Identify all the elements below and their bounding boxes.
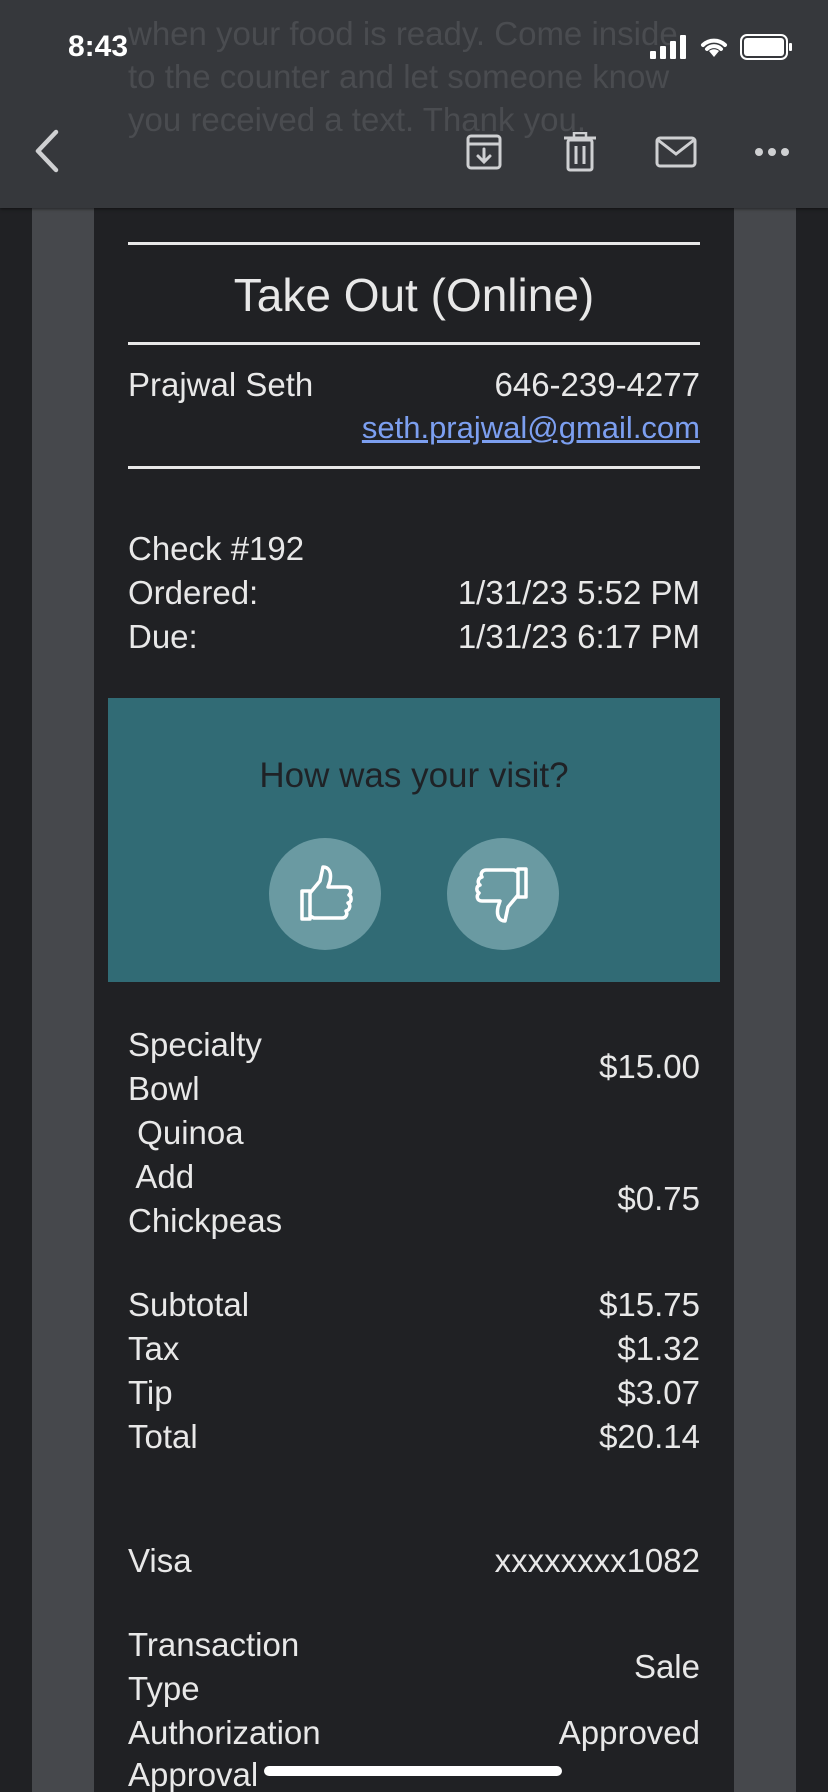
divider [128,342,700,345]
total-label: Total [128,1418,198,1455]
subtotal-value: $15.75 [599,1286,700,1323]
due-label: Due: [128,618,198,655]
mail-icon [655,136,697,168]
thumbs-down-button[interactable] [447,838,559,950]
divider [128,466,700,469]
customer-name: Prajwal Seth [128,366,314,403]
divider [128,242,700,245]
authorization-label-cont: Approval [128,1756,259,1792]
chevron-left-icon [35,129,59,173]
item-name-cont: Bowl [128,1070,200,1107]
modifier-price: $0.75 [617,1180,700,1217]
more-options-button[interactable] [750,130,794,174]
modifier-name: Quinoa [128,1114,244,1151]
modifier-name-cont: Chickpeas [128,1202,283,1239]
ordered-label: Ordered: [128,574,259,611]
delete-button[interactable] [558,130,602,174]
thumbs-up-icon [300,865,353,921]
status-time: 8:43 [68,30,129,63]
thumbs-up-button[interactable] [269,838,381,950]
transaction-type-label-cont: Type [128,1670,200,1707]
authorization-label: Authorization [128,1714,321,1751]
feedback-question: How was your visit? [259,756,569,795]
transaction-type-value: Sale [633,1648,700,1685]
check-number-text: Check #192 [128,530,305,567]
modifier-name: Add [128,1158,195,1195]
status-icons [650,34,794,60]
total-value: $20.14 [599,1418,700,1455]
mark-unread-button[interactable] [654,130,698,174]
archive-icon [466,134,502,170]
tax-label: Tax [128,1330,180,1367]
tip-label: Tip [128,1374,173,1411]
scrolled-message-text: when your food is ready. Come inside to … [128,15,678,138]
customer-phone[interactable]: 646-239-4277 [494,366,700,404]
authorization-value: Approved [558,1714,700,1751]
archive-button[interactable] [462,130,506,174]
trash-icon [564,132,596,172]
card-label: Visa [128,1542,192,1579]
home-indicator[interactable] [264,1766,562,1776]
tax-value: $1.32 [617,1330,700,1367]
due-value: 1/31/23 6:17 PM [457,618,700,655]
item-price: $15.00 [599,1048,700,1085]
customer-email-link[interactable]: seth.prajwal@gmail.com [362,410,700,446]
item-name: Specialty [128,1026,262,1063]
tip-value: $3.07 [617,1374,700,1411]
right-gutter [734,0,796,1792]
transaction-type-label: Transaction [128,1626,300,1663]
battery-icon [740,34,792,60]
ordered-value: 1/31/23 5:52 PM [457,574,700,611]
card-number: xxxxxxxx1082 [494,1542,700,1579]
more-icon [755,148,789,156]
thumbs-down-icon [475,867,528,923]
subtotal-label: Subtotal [128,1286,250,1323]
receipt-title: Take Out (Online) [233,269,595,321]
cellular-signal-icon [650,35,686,59]
wifi-icon [701,38,727,57]
left-gutter [32,0,94,1792]
feedback-panel: How was your visit? [108,698,720,982]
back-button[interactable] [28,126,68,176]
